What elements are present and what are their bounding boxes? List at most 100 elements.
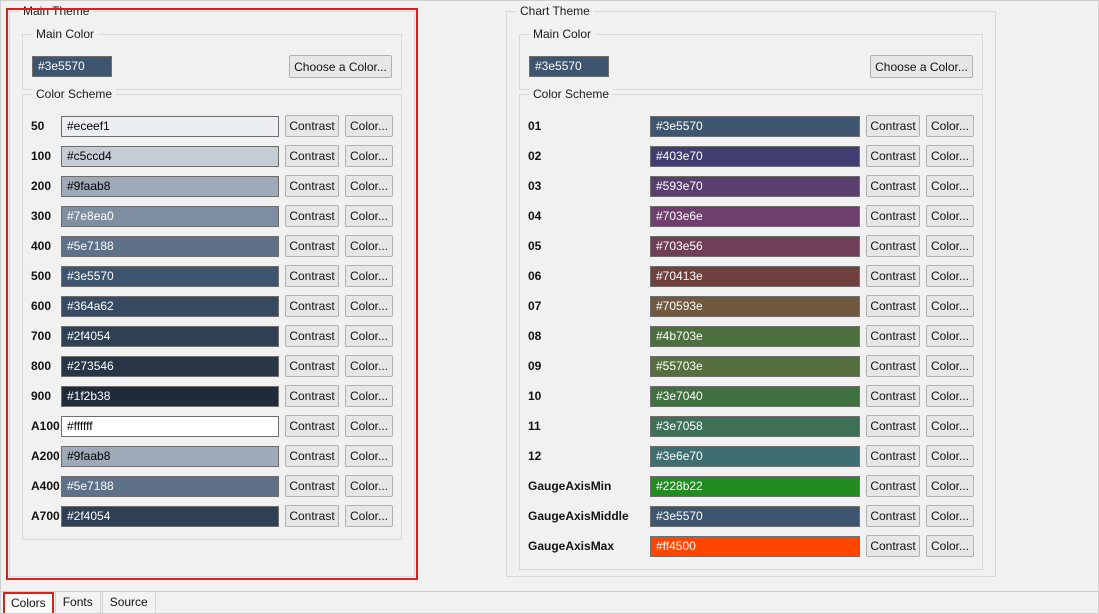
color-scheme-row: 01#3e5570ContrastColor... bbox=[520, 111, 982, 141]
contrast-button[interactable]: Contrast bbox=[866, 505, 920, 527]
contrast-button[interactable]: Contrast bbox=[866, 265, 920, 287]
color-button[interactable]: Color... bbox=[926, 445, 974, 467]
color-value-field[interactable]: #55703e bbox=[650, 356, 860, 377]
contrast-button[interactable]: Contrast bbox=[866, 325, 920, 347]
contrast-button[interactable]: Contrast bbox=[285, 385, 339, 407]
color-button[interactable]: Color... bbox=[345, 265, 393, 287]
color-value-field[interactable]: #5e7188 bbox=[61, 476, 279, 497]
color-button[interactable]: Color... bbox=[926, 385, 974, 407]
color-button[interactable]: Color... bbox=[345, 385, 393, 407]
color-scheme-row: A200#9faab8ContrastColor... bbox=[23, 441, 401, 471]
contrast-button[interactable]: Contrast bbox=[285, 505, 339, 527]
color-value-field[interactable]: #3e5570 bbox=[650, 506, 860, 527]
color-button[interactable]: Color... bbox=[926, 325, 974, 347]
contrast-button[interactable]: Contrast bbox=[285, 415, 339, 437]
contrast-button[interactable]: Contrast bbox=[866, 535, 920, 557]
color-value-field[interactable]: #228b22 bbox=[650, 476, 860, 497]
color-button[interactable]: Color... bbox=[926, 505, 974, 527]
color-value-field[interactable]: #593e70 bbox=[650, 176, 860, 197]
color-value-field[interactable]: #3e5570 bbox=[61, 266, 279, 287]
choose-color-button[interactable]: Choose a Color... bbox=[870, 55, 973, 78]
scheme-key-label: 06 bbox=[528, 269, 646, 283]
color-button[interactable]: Color... bbox=[345, 325, 393, 347]
color-value-field[interactable]: #703e56 bbox=[650, 236, 860, 257]
contrast-button[interactable]: Contrast bbox=[285, 235, 339, 257]
color-value-field[interactable]: #403e70 bbox=[650, 146, 860, 167]
color-value-field[interactable]: #c5ccd4 bbox=[61, 146, 279, 167]
color-value-field[interactable]: #5e7188 bbox=[61, 236, 279, 257]
color-button[interactable]: Color... bbox=[345, 445, 393, 467]
color-button[interactable]: Color... bbox=[345, 205, 393, 227]
color-value-field[interactable]: #2f4054 bbox=[61, 506, 279, 527]
tab-fonts[interactable]: Fonts bbox=[55, 592, 101, 614]
color-button[interactable]: Color... bbox=[345, 475, 393, 497]
color-button[interactable]: Color... bbox=[926, 175, 974, 197]
color-value-field[interactable]: #703e6e bbox=[650, 206, 860, 227]
color-value-field[interactable]: #70413e bbox=[650, 266, 860, 287]
contrast-button[interactable]: Contrast bbox=[285, 175, 339, 197]
color-value-field[interactable]: #364a62 bbox=[61, 296, 279, 317]
contrast-button[interactable]: Contrast bbox=[285, 325, 339, 347]
color-value-field[interactable]: #3e7058 bbox=[650, 416, 860, 437]
contrast-button[interactable]: Contrast bbox=[866, 205, 920, 227]
color-button[interactable]: Color... bbox=[926, 355, 974, 377]
contrast-button[interactable]: Contrast bbox=[866, 445, 920, 467]
main-color-swatch-field[interactable]: #3e5570 bbox=[529, 56, 609, 77]
color-value-field[interactable]: #7e8ea0 bbox=[61, 206, 279, 227]
contrast-button[interactable]: Contrast bbox=[866, 115, 920, 137]
contrast-button[interactable]: Contrast bbox=[285, 265, 339, 287]
color-value-field[interactable]: #ffffff bbox=[61, 416, 279, 437]
color-button[interactable]: Color... bbox=[926, 115, 974, 137]
contrast-button[interactable]: Contrast bbox=[285, 355, 339, 377]
contrast-button[interactable]: Contrast bbox=[866, 295, 920, 317]
color-value-field[interactable]: #4b703e bbox=[650, 326, 860, 347]
color-button[interactable]: Color... bbox=[926, 475, 974, 497]
main-color-swatch-field[interactable]: #3e5570 bbox=[32, 56, 112, 77]
color-button[interactable]: Color... bbox=[345, 235, 393, 257]
contrast-button[interactable]: Contrast bbox=[285, 205, 339, 227]
color-button[interactable]: Color... bbox=[345, 355, 393, 377]
color-button[interactable]: Color... bbox=[345, 115, 393, 137]
color-button[interactable]: Color... bbox=[926, 415, 974, 437]
contrast-button[interactable]: Contrast bbox=[285, 295, 339, 317]
scheme-key-label: 05 bbox=[528, 239, 646, 253]
color-value-field[interactable]: #3e5570 bbox=[650, 116, 860, 137]
contrast-button[interactable]: Contrast bbox=[866, 175, 920, 197]
color-value-field[interactable]: #9faab8 bbox=[61, 176, 279, 197]
color-value-field[interactable]: #2f4054 bbox=[61, 326, 279, 347]
contrast-button[interactable]: Contrast bbox=[866, 145, 920, 167]
color-button[interactable]: Color... bbox=[926, 145, 974, 167]
choose-color-button[interactable]: Choose a Color... bbox=[289, 55, 392, 78]
color-value-field[interactable]: #eceef1 bbox=[61, 116, 279, 137]
color-button[interactable]: Color... bbox=[345, 505, 393, 527]
color-button[interactable]: Color... bbox=[345, 415, 393, 437]
contrast-button[interactable]: Contrast bbox=[866, 385, 920, 407]
color-value-field[interactable]: #3e6e70 bbox=[650, 446, 860, 467]
color-button[interactable]: Color... bbox=[926, 295, 974, 317]
color-value-field[interactable]: #ff4500 bbox=[650, 536, 860, 557]
contrast-button[interactable]: Contrast bbox=[866, 235, 920, 257]
tab-colors[interactable]: Colors bbox=[3, 592, 54, 614]
tab-source[interactable]: Source bbox=[102, 592, 156, 614]
color-button[interactable]: Color... bbox=[345, 175, 393, 197]
color-button[interactable]: Color... bbox=[926, 265, 974, 287]
color-button[interactable]: Color... bbox=[926, 535, 974, 557]
contrast-button[interactable]: Contrast bbox=[866, 355, 920, 377]
color-scheme-row: A400#5e7188ContrastColor... bbox=[23, 471, 401, 501]
color-button[interactable]: Color... bbox=[926, 205, 974, 227]
contrast-button[interactable]: Contrast bbox=[285, 475, 339, 497]
color-value-field[interactable]: #3e7040 bbox=[650, 386, 860, 407]
color-value-field[interactable]: #9faab8 bbox=[61, 446, 279, 467]
contrast-button[interactable]: Contrast bbox=[285, 145, 339, 167]
contrast-button[interactable]: Contrast bbox=[866, 415, 920, 437]
scheme-key-label: 400 bbox=[31, 239, 57, 253]
color-value-field[interactable]: #70593e bbox=[650, 296, 860, 317]
color-button[interactable]: Color... bbox=[345, 145, 393, 167]
contrast-button[interactable]: Contrast bbox=[866, 475, 920, 497]
color-button[interactable]: Color... bbox=[926, 235, 974, 257]
color-button[interactable]: Color... bbox=[345, 295, 393, 317]
contrast-button[interactable]: Contrast bbox=[285, 445, 339, 467]
color-value-field[interactable]: #1f2b38 bbox=[61, 386, 279, 407]
color-value-field[interactable]: #273546 bbox=[61, 356, 279, 377]
contrast-button[interactable]: Contrast bbox=[285, 115, 339, 137]
